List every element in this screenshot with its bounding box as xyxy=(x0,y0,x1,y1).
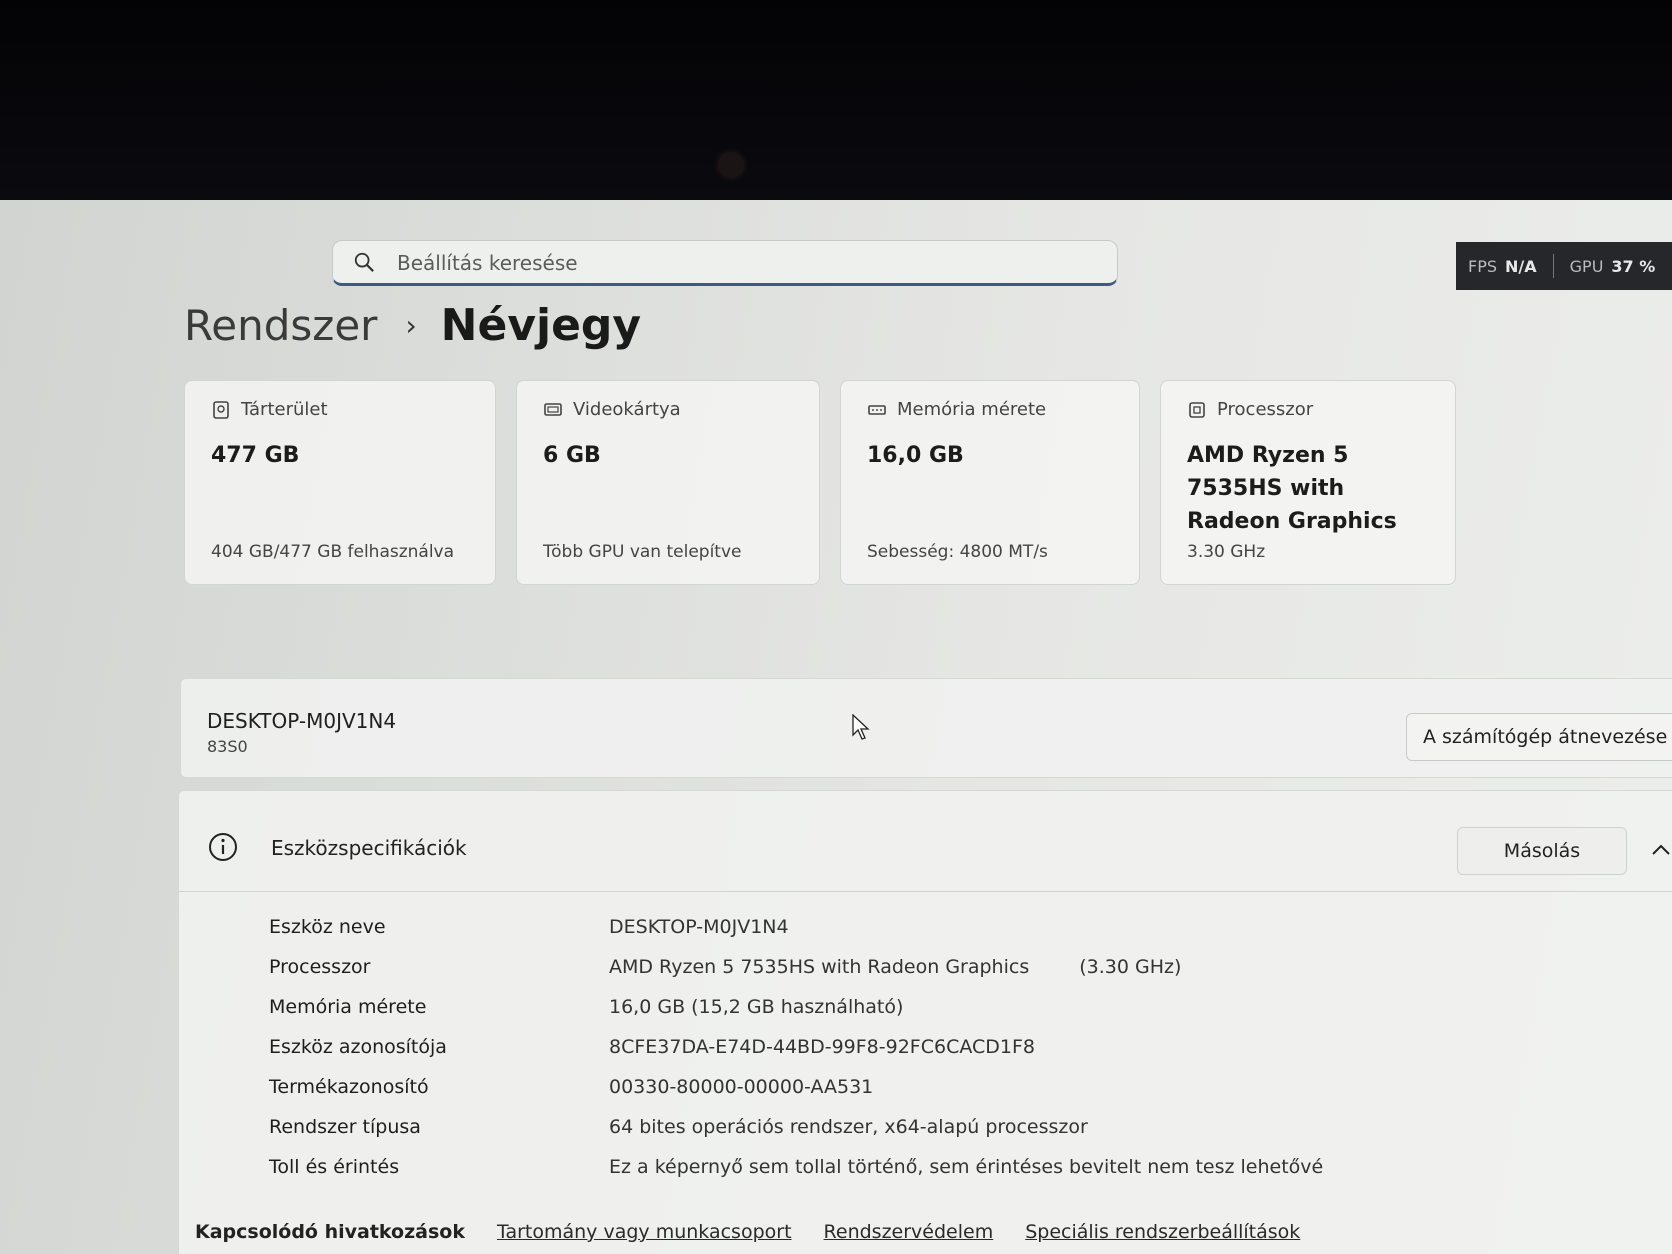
processor-card-title: Processzor xyxy=(1217,399,1314,420)
copy-button[interactable]: Másolás xyxy=(1457,827,1627,875)
spec-label-system-type: Rendszer típusa xyxy=(269,1116,421,1138)
cpu-icon xyxy=(1189,401,1205,418)
memory-card-title: Memória mérete xyxy=(897,399,1047,420)
storage-card-usage: 404 GB/477 GB felhasználva xyxy=(211,542,455,562)
spec-value-processor-name: AMD Ryzen 5 7535HS with Radeon Graphics xyxy=(609,956,1030,978)
settings-search-box[interactable] xyxy=(332,240,1118,286)
overlay-divider xyxy=(1552,254,1554,278)
memory-card-value: 16,0 GB xyxy=(867,443,964,468)
performance-overlay: FPS N/A GPU 37 % xyxy=(1456,242,1672,290)
memory-card-speed: Sebesség: 4800 MT/s xyxy=(867,542,1048,562)
spec-label-product-id: Termékazonosító xyxy=(269,1076,429,1098)
page-title: Névjegy xyxy=(440,299,642,351)
device-specifications-panel: Eszközspecifikációk Másolás Eszköz neve … xyxy=(178,790,1672,1254)
spec-label-processor: Processzor xyxy=(269,956,371,978)
gpu-value: 37 % xyxy=(1611,256,1656,276)
search-icon xyxy=(354,252,374,272)
memory-card[interactable]: Memória mérete 16,0 GB Sebesség: 4800 MT… xyxy=(840,380,1140,585)
gpu-label: GPU xyxy=(1569,256,1604,276)
related-links-bar: Kapcsolódó hivatkozások Tartomány vagy m… xyxy=(175,1202,1672,1254)
info-icon xyxy=(209,833,237,861)
spec-label-device-name: Eszköz neve xyxy=(269,916,386,938)
device-name: DESKTOP-M0JV1N4 xyxy=(207,709,397,733)
gpu-card-title: Videokártya xyxy=(573,399,681,420)
spec-label-memory: Memória mérete xyxy=(269,996,427,1018)
spec-value-processor: AMD Ryzen 5 7535HS with Radeon Graphics (… xyxy=(609,956,1181,978)
fps-label: FPS xyxy=(1468,256,1498,276)
storage-icon xyxy=(213,400,229,419)
breadcrumb: Rendszer › Névjegy xyxy=(184,290,641,360)
processor-card[interactable]: Processzor AMD Ryzen 5 7535HS with Radeo… xyxy=(1160,380,1456,585)
search-input[interactable] xyxy=(395,247,1079,279)
gpu-card-note: Több GPU van telepítve xyxy=(543,542,742,562)
device-model: 83S0 xyxy=(207,737,248,756)
storage-card[interactable]: Tárterület 477 GB 404 GB/477 GB felhaszn… xyxy=(184,380,496,585)
chevron-up-icon[interactable] xyxy=(1649,841,1672,859)
gpu-icon xyxy=(544,402,562,416)
mouse-cursor-icon xyxy=(852,714,870,740)
specs-header[interactable]: Eszközspecifikációk Másolás xyxy=(179,791,1672,892)
laptop-bezel xyxy=(0,0,1672,215)
device-name-row: DESKTOP-M0JV1N4 83S0 A számítógép átneve… xyxy=(180,678,1672,778)
link-advanced-system-settings[interactable]: Speciális rendszerbeállítások xyxy=(1025,1221,1300,1243)
specs-title: Eszközspecifikációk xyxy=(271,836,467,860)
storage-card-value: 477 GB xyxy=(211,443,300,468)
spec-value-pen-touch: Ez a képernyő sem tollal történő, sem ér… xyxy=(609,1156,1324,1178)
rename-pc-button[interactable]: A számítógép átnevezése xyxy=(1406,713,1672,761)
related-links-label: Kapcsolódó hivatkozások xyxy=(195,1221,465,1243)
link-system-protection[interactable]: Rendszervédelem xyxy=(824,1221,994,1243)
breadcrumb-chevron-icon: › xyxy=(405,308,417,342)
spec-value-system-type: 64 bites operációs rendszer, x64-alapú p… xyxy=(609,1116,1088,1138)
processor-card-speed: 3.30 GHz xyxy=(1187,542,1266,562)
storage-card-title: Tárterület xyxy=(241,399,328,420)
spec-value-device-name: DESKTOP-M0JV1N4 xyxy=(609,916,789,938)
breadcrumb-parent[interactable]: Rendszer xyxy=(184,301,377,350)
processor-card-value: AMD Ryzen 5 7535HS with Radeon Graphics xyxy=(1187,443,1397,534)
spec-value-memory: 16,0 GB (15,2 GB használható) xyxy=(609,996,904,1018)
webcam xyxy=(718,152,744,178)
spec-value-product-id: 00330-80000-00000-AA531 xyxy=(609,1076,874,1098)
spec-value-processor-speed: (3.30 GHz) xyxy=(1079,956,1182,978)
gpu-card[interactable]: Videokártya 6 GB Több GPU van telepítve xyxy=(516,380,820,585)
fps-value: N/A xyxy=(1505,256,1537,276)
link-domain-workgroup[interactable]: Tartomány vagy munkacsoport xyxy=(497,1221,792,1243)
settings-window: FPS N/A GPU 37 % Rendszer › Névjegy Tárt… xyxy=(0,200,1672,1254)
spec-value-device-id: 8CFE37DA-E74D-44BD-99F8-92FC6CACD1F8 xyxy=(609,1036,1036,1058)
spec-label-device-id: Eszköz azonosítója xyxy=(269,1036,447,1058)
memory-icon xyxy=(868,404,886,415)
gpu-card-value: 6 GB xyxy=(543,443,601,468)
spec-label-pen-touch: Toll és érintés xyxy=(269,1156,400,1178)
